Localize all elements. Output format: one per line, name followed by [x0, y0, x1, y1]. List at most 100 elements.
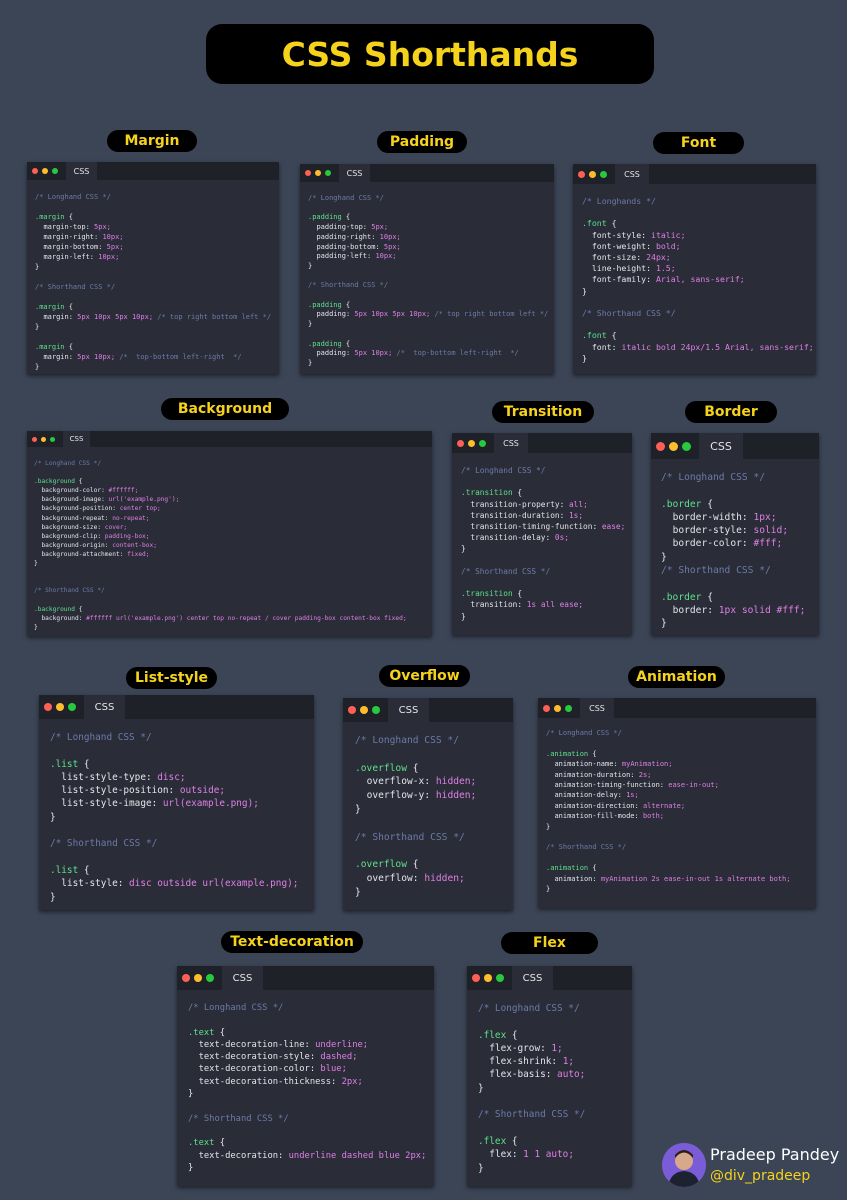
minimize-dot-icon[interactable]	[468, 439, 475, 447]
code-line: font-size: 24px;	[591, 252, 671, 263]
code-block: /* Longhand CSS */ .flex { flex-grow: 1;…	[467, 990, 632, 1186]
code-line: .overflow {	[355, 762, 419, 774]
window-titlebar: CSS	[343, 698, 513, 722]
code-line: text-decoration-thickness: 2px;	[198, 1076, 363, 1087]
close-dot-icon[interactable]	[472, 974, 480, 982]
code-line: }	[461, 611, 466, 621]
code-window-list-style: CSS/* Longhand CSS */ .list { list-style…	[39, 695, 314, 910]
close-dot-icon[interactable]	[578, 170, 585, 178]
code-line: /* Longhands */	[582, 196, 656, 206]
code-line: overflow-x: hidden;	[366, 776, 477, 788]
code-line: background: #ffffff url('example.png') c…	[41, 614, 407, 622]
code-line: margin: 5px 10px 5px 10px; /* top right …	[43, 313, 272, 321]
maximize-dot-icon[interactable]	[206, 974, 214, 982]
maximize-dot-icon[interactable]	[479, 439, 486, 447]
code-line: /* Shorthand CSS */	[478, 1109, 586, 1121]
code-line: flex-grow: 1;	[489, 1042, 563, 1054]
code-line: overflow-y: hidden;	[366, 790, 477, 802]
minimize-dot-icon[interactable]	[589, 170, 596, 178]
code-line: /* Longhand CSS */	[308, 194, 384, 202]
close-dot-icon[interactable]	[305, 170, 311, 176]
code-line: }	[355, 803, 361, 815]
tab-css[interactable]: CSS	[222, 966, 263, 990]
tab-css[interactable]: CSS	[512, 966, 553, 990]
code-line: /* Shorthand CSS */	[582, 308, 676, 319]
code-line: animation-fill-mode: both;	[554, 812, 665, 821]
code-line: border-width: 1px;	[672, 511, 777, 523]
tab-css[interactable]: CSS	[615, 164, 649, 184]
maximize-dot-icon[interactable]	[68, 703, 76, 711]
close-dot-icon[interactable]	[32, 436, 37, 442]
code-window-flex: CSS/* Longhand CSS */ .flex { flex-grow:…	[467, 966, 632, 1186]
maximize-dot-icon[interactable]	[50, 436, 55, 442]
code-line: padding: 5px 10px; /* top-bottom left-ri…	[316, 349, 519, 358]
code-line: /* Longhand CSS */	[478, 1003, 580, 1014]
minimize-dot-icon[interactable]	[194, 974, 202, 982]
code-line: background-origin: content-box;	[41, 541, 157, 549]
code-line: /* Longhand CSS */	[355, 735, 459, 746]
close-dot-icon[interactable]	[656, 441, 665, 451]
minimize-dot-icon[interactable]	[484, 974, 492, 982]
tab-css[interactable]: CSS	[388, 698, 429, 722]
code-block: /* Longhand CSS */ .border { border-widt…	[651, 459, 819, 635]
maximize-dot-icon[interactable]	[325, 170, 331, 176]
close-dot-icon[interactable]	[457, 439, 464, 447]
maximize-dot-icon[interactable]	[600, 170, 607, 178]
code-line: .transition {	[461, 488, 523, 498]
code-line: margin-bottom: 5px;	[43, 243, 124, 251]
code-line: animation-duration: 2s;	[554, 770, 652, 779]
code-line: }	[35, 363, 40, 371]
code-line: .text {	[188, 1027, 226, 1038]
close-dot-icon[interactable]	[32, 168, 38, 174]
minimize-dot-icon[interactable]	[669, 441, 678, 451]
code-line: background-clip: padding-box;	[41, 532, 150, 540]
close-dot-icon[interactable]	[44, 703, 52, 711]
code-line: .margin {	[35, 213, 73, 221]
tab-css[interactable]: CSS	[339, 164, 370, 182]
maximize-dot-icon[interactable]	[565, 704, 572, 712]
code-line: padding-top: 5px;	[316, 223, 389, 232]
code-line: text-decoration-style: dashed;	[198, 1052, 358, 1063]
minimize-dot-icon[interactable]	[554, 704, 561, 712]
tab-css[interactable]: CSS	[63, 431, 90, 447]
maximize-dot-icon[interactable]	[52, 168, 58, 174]
close-dot-icon[interactable]	[348, 706, 356, 714]
code-line: .padding {	[308, 213, 351, 222]
section-label-padding: Padding	[377, 131, 467, 153]
minimize-dot-icon[interactable]	[56, 703, 64, 711]
code-line: font-family: Arial, sans-serif;	[591, 274, 745, 285]
maximize-dot-icon[interactable]	[372, 706, 380, 714]
code-line: /* Shorthand CSS */	[308, 281, 389, 290]
maximize-dot-icon[interactable]	[496, 974, 504, 982]
tab-css[interactable]: CSS	[580, 698, 614, 718]
code-line: margin-top: 5px;	[43, 223, 111, 231]
maximize-dot-icon[interactable]	[682, 441, 691, 451]
code-line: /* Shorthand CSS */	[34, 587, 105, 595]
tab-css[interactable]: CSS	[84, 695, 125, 719]
close-dot-icon[interactable]	[543, 704, 550, 712]
tab-css[interactable]: CSS	[494, 433, 528, 453]
code-window-text-decoration: CSS/* Longhand CSS */ .text { text-decor…	[177, 966, 434, 1186]
minimize-dot-icon[interactable]	[41, 436, 46, 442]
close-dot-icon[interactable]	[182, 974, 190, 982]
code-line: .border {	[661, 498, 713, 510]
code-line: animation-delay: 1s;	[554, 791, 639, 800]
code-line: animation-timing-function: ease-in-out;	[554, 781, 719, 790]
minimize-dot-icon[interactable]	[42, 168, 48, 174]
minimize-dot-icon[interactable]	[360, 706, 368, 714]
tab-css[interactable]: CSS	[66, 162, 97, 180]
code-line: text-decoration-color: blue;	[198, 1064, 347, 1075]
code-line: }	[50, 811, 56, 823]
minimize-dot-icon[interactable]	[315, 170, 321, 176]
section-label-margin: Margin	[107, 130, 197, 152]
author-handle[interactable]: @div_pradeep	[710, 1168, 810, 1184]
tab-css[interactable]: CSS	[699, 433, 743, 459]
